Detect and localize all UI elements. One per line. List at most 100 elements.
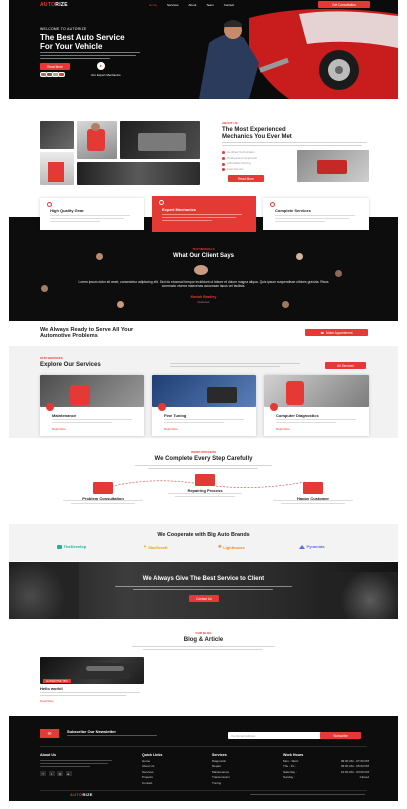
newsletter-email-input[interactable]: Your Email Address: [228, 732, 325, 739]
services-title: Explore Our Services: [40, 362, 101, 368]
testimonial-role: Customer: [197, 300, 210, 304]
hero-experts-label: Our Expert Mechanics: [91, 73, 121, 77]
footer-services-list: Diagnostic Repair Maintenance Transmissi…: [212, 759, 230, 786]
about-title: The Most Experienced Mechanics You Ever …: [222, 127, 292, 141]
logo-part-b: RIZE: [55, 2, 68, 8]
logo[interactable]: AUTORIZE: [40, 2, 68, 8]
nav-about[interactable]: About: [189, 3, 197, 7]
hero-section: AUTORIZE Home Services About Team Contac…: [9, 0, 398, 99]
social-icons: f t ◎ ▸: [40, 771, 72, 776]
about-photo-1: [40, 121, 74, 149]
brand-logo[interactable]: ✦ StarScraft: [143, 544, 167, 550]
footer-service-link[interactable]: Transmission: [212, 775, 230, 780]
logo-part-a: AUTO: [40, 2, 56, 8]
footer-logo-part-b: RIZE: [82, 792, 93, 797]
about-check-item: Professional Approach: [227, 155, 258, 160]
promo-contact-button[interactable]: Contact Us: [189, 595, 219, 602]
testimonials-eyebrow: TESTIMONIALS: [192, 247, 215, 251]
footer-link[interactable]: Contact: [142, 781, 154, 786]
process-step: Repairing Process: [175, 474, 235, 493]
services-description: [170, 363, 300, 369]
hero-title-line2: For Your Vehicle: [40, 42, 103, 51]
newsletter-subscribe-button[interactable]: Subscribe: [320, 732, 361, 739]
gear-icon: [47, 202, 52, 207]
service-card[interactable]: Fine Tuning Read More: [152, 375, 256, 436]
testimonial-name: Mariah Bradley: [190, 295, 217, 299]
about-title-line2: Mechanics You Ever Met: [222, 134, 292, 140]
nav-contact[interactable]: Contact: [224, 3, 234, 7]
twitter-icon[interactable]: t: [48, 771, 55, 776]
service-read-more-link[interactable]: Read More: [276, 427, 290, 431]
hero-read-more-button[interactable]: Read More: [40, 63, 70, 70]
feature-title: High Quality Gear: [50, 208, 84, 213]
feature-card[interactable]: Complete Services: [263, 198, 369, 230]
about-check-item: Affordable Pricing: [227, 161, 251, 166]
hours-day: Sunday :: [283, 775, 295, 780]
avatar: [335, 270, 342, 277]
blog-read-more-link[interactable]: Read More: [40, 699, 54, 703]
brand-logo[interactable]: Pyramida: [299, 544, 325, 549]
brand-name: Lighthouse: [223, 544, 245, 550]
brands-section: [9, 524, 398, 561]
footer-logo[interactable]: AUTORIZE: [70, 792, 93, 797]
process-step: Problem Consultation: [73, 482, 133, 501]
blog-description: [132, 646, 275, 652]
nav-services[interactable]: Services: [167, 3, 179, 7]
service-title: Fine Tuning: [164, 413, 187, 418]
youtube-icon[interactable]: ▸: [65, 771, 72, 776]
process-title: We Complete Every Step Carefully: [154, 456, 253, 462]
diagnostics-icon: [270, 403, 278, 411]
brand-logo[interactable]: TheDevelop: [57, 544, 86, 549]
feature-title: Expert Mechanics: [162, 207, 197, 212]
process-step: Happy Customer: [283, 482, 343, 501]
make-appointment-button[interactable]: ☎ Make Appointment: [305, 329, 368, 336]
service-read-more-link[interactable]: Read More: [164, 427, 178, 431]
about-eyebrow: ABOUT US: [222, 121, 238, 125]
footer-link[interactable]: Projects: [142, 775, 154, 780]
blog-eyebrow: OUR BLOG: [195, 631, 212, 635]
footer-services-heading: Services: [212, 753, 227, 757]
hero-eyebrow: WELCOME TO AUTORIZE: [40, 27, 87, 31]
process-eyebrow: WORK PROCESS: [190, 450, 216, 454]
play-icon: [100, 65, 102, 67]
consultation-icon: [93, 482, 113, 494]
phone-icon: ☎: [320, 330, 325, 335]
hero-play-button[interactable]: [97, 62, 105, 70]
nav-team[interactable]: Team: [206, 3, 213, 7]
about-images: [40, 121, 200, 185]
about-title-line1: The Most Experienced: [222, 127, 286, 133]
blog-title: Blog & Article: [183, 637, 224, 643]
facebook-icon[interactable]: f: [40, 771, 46, 776]
about-read-more-button[interactable]: Read More: [228, 175, 264, 182]
service-photo: [40, 375, 144, 407]
brand-name: TheDevelop: [63, 544, 87, 549]
newsletter-title: Subscribe Our Newsletter: [67, 729, 116, 734]
header-cta-button[interactable]: Get Consultation: [318, 1, 370, 8]
newsletter-icon: ✉: [40, 729, 59, 738]
services-eyebrow: OUR SERVICES: [40, 356, 63, 360]
footer-service-link[interactable]: Tuning: [212, 781, 230, 786]
repair-icon: [195, 474, 215, 486]
about-check-item: Fast Service: [227, 166, 244, 171]
service-card[interactable]: Computer Diagnostics Read More: [264, 375, 369, 436]
hero-car-mechanic-image: [189, 8, 398, 99]
service-card[interactable]: Maintenance Read More: [40, 375, 144, 436]
blog-post-title[interactable]: Hello world!: [40, 686, 63, 691]
customer-icon: [303, 482, 323, 494]
instagram-icon[interactable]: ◎: [57, 771, 63, 776]
about-photo-2: [77, 121, 117, 159]
footer-links-heading: Quick Links: [142, 753, 163, 757]
footer-links-list: Home About Us Services Projects Contact: [142, 759, 154, 786]
service-read-more-link[interactable]: Read More: [52, 427, 66, 431]
all-services-button[interactable]: All Services: [325, 362, 366, 369]
sun-icon: ✺: [218, 544, 222, 549]
testimonials-title: What Our Client Says: [172, 253, 234, 259]
nav-home[interactable]: Home: [149, 3, 157, 7]
service-title: Computer Diagnostics: [276, 413, 319, 418]
brand-logo[interactable]: ✺ Lighthouse: [218, 544, 245, 550]
feature-card[interactable]: High Quality Gear: [40, 198, 144, 230]
blog-post-excerpt: [40, 692, 140, 698]
tuning-icon: [158, 403, 166, 411]
feature-card-active[interactable]: Expert Mechanics: [152, 196, 256, 232]
brands-title: We Cooperate with Big Auto Brands: [157, 532, 250, 538]
